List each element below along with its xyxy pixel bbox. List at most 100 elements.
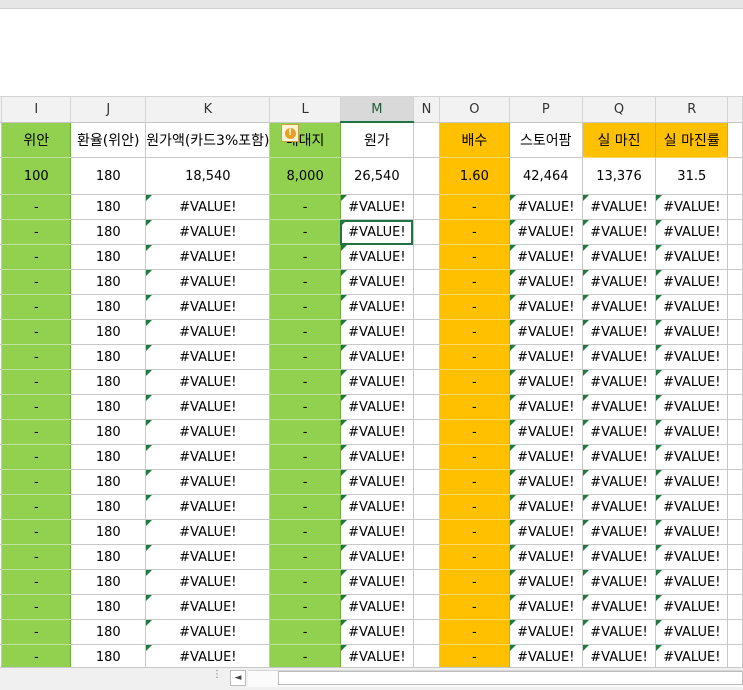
cell-J[interactable]: 180 xyxy=(70,269,147,295)
horizontal-scroll-thumb[interactable] xyxy=(278,671,743,685)
cell-N[interactable] xyxy=(413,419,441,445)
cell-M[interactable]: #VALUE! xyxy=(340,269,414,295)
cell-K[interactable]: #VALUE! xyxy=(145,444,271,470)
cell-L[interactable]: 8,000 xyxy=(269,157,341,195)
cell-I[interactable]: - xyxy=(1,544,72,570)
cell-M[interactable]: #VALUE! xyxy=(340,444,414,470)
cell-Q[interactable]: #VALUE! xyxy=(582,544,657,570)
cell-O[interactable]: - xyxy=(439,644,510,667)
cell-K[interactable]: 18,540 xyxy=(145,157,271,195)
cell-R[interactable]: #VALUE! xyxy=(655,294,729,320)
cell-Q[interactable]: #VALUE! xyxy=(582,219,657,245)
cell-M[interactable]: #VALUE! xyxy=(340,419,414,445)
cell-O[interactable]: 1.60 xyxy=(439,157,510,195)
cell-Q[interactable]: #VALUE! xyxy=(582,369,657,395)
cell-R[interactable]: #VALUE! xyxy=(655,219,729,245)
cell-O[interactable]: 배수 xyxy=(439,122,510,158)
cell-Q[interactable]: #VALUE! xyxy=(582,344,657,370)
cell-M[interactable]: 26,540 xyxy=(340,157,414,195)
cell-P[interactable]: #VALUE! xyxy=(509,269,583,295)
cell-N[interactable] xyxy=(413,369,441,395)
cell-M[interactable]: #VALUE! xyxy=(340,619,414,645)
cell-I[interactable]: - xyxy=(1,394,72,420)
cell-Q[interactable]: #VALUE! xyxy=(582,644,657,667)
cell-I[interactable]: - xyxy=(1,344,72,370)
cell-R[interactable]: #VALUE! xyxy=(655,369,729,395)
cell-I[interactable]: 100 xyxy=(1,157,72,195)
cell-O[interactable]: - xyxy=(439,419,510,445)
cell-L[interactable]: - xyxy=(269,594,341,620)
cell-M[interactable]: #VALUE! xyxy=(340,244,414,270)
cell-K[interactable]: #VALUE! xyxy=(145,619,271,645)
cell-P[interactable]: #VALUE! xyxy=(509,394,583,420)
cell-R[interactable]: #VALUE! xyxy=(655,269,729,295)
cell-O[interactable]: - xyxy=(439,519,510,545)
cell-Q[interactable]: #VALUE! xyxy=(582,494,657,520)
cell-M[interactable]: #VALUE! xyxy=(340,394,414,420)
cell-P[interactable]: #VALUE! xyxy=(509,219,583,245)
cell-Q[interactable]: #VALUE! xyxy=(582,419,657,445)
cell-R[interactable]: #VALUE! xyxy=(655,569,729,595)
cell-K[interactable]: #VALUE! xyxy=(145,269,271,295)
cell-N[interactable] xyxy=(413,244,441,270)
cell-P[interactable]: #VALUE! xyxy=(509,619,583,645)
cell-P[interactable]: #VALUE! xyxy=(509,494,583,520)
cell-Q[interactable]: #VALUE! xyxy=(582,394,657,420)
cell-O[interactable]: - xyxy=(439,344,510,370)
cell-L[interactable]: - xyxy=(269,519,341,545)
resize-grip-icon[interactable]: ⋮ xyxy=(212,670,222,685)
cell-K[interactable]: #VALUE! xyxy=(145,644,271,667)
cell-O[interactable]: - xyxy=(439,294,510,320)
cell-N[interactable] xyxy=(413,194,441,220)
cell-M[interactable]: #VALUE! xyxy=(340,369,414,395)
cell-Q[interactable]: 실 마진 xyxy=(582,122,657,158)
cell-K[interactable]: #VALUE! xyxy=(145,419,271,445)
cell-J[interactable]: 180 xyxy=(70,244,147,270)
cell-J[interactable]: 180 xyxy=(70,644,147,667)
cell-P[interactable]: #VALUE! xyxy=(509,419,583,445)
cell-N[interactable] xyxy=(413,519,441,545)
cell-M[interactable]: #VALUE! xyxy=(340,219,414,245)
cell-P[interactable]: #VALUE! xyxy=(509,644,583,667)
cell-M[interactable]: #VALUE! xyxy=(340,469,414,495)
cell-P[interactable]: #VALUE! xyxy=(509,369,583,395)
cell-M[interactable]: #VALUE! xyxy=(340,519,414,545)
cell-O[interactable]: - xyxy=(439,444,510,470)
cell-P[interactable]: #VALUE! xyxy=(509,569,583,595)
cell-L[interactable]: - xyxy=(269,544,341,570)
cell-O[interactable]: - xyxy=(439,269,510,295)
cell-M[interactable]: #VALUE! xyxy=(340,344,414,370)
cell-I[interactable]: - xyxy=(1,569,72,595)
cell-I[interactable]: - xyxy=(1,319,72,345)
cell-I[interactable]: - xyxy=(1,519,72,545)
cell-table[interactable]: IJKLMNOPQR 위안 환율(위안) 원가액(카드3%포함) 배대지 원가 배수 스토어… xyxy=(0,97,743,667)
cell-R[interactable]: #VALUE! xyxy=(655,619,729,645)
column-header-P[interactable]: P xyxy=(509,97,583,123)
cell-L[interactable]: - xyxy=(269,194,341,220)
column-header-M[interactable]: M xyxy=(340,97,414,123)
cell-J[interactable]: 180 xyxy=(70,419,147,445)
cell-O[interactable]: - xyxy=(439,469,510,495)
cell-M[interactable]: #VALUE! xyxy=(340,194,414,220)
cell-K[interactable]: #VALUE! xyxy=(145,544,271,570)
cell-O[interactable]: - xyxy=(439,569,510,595)
cell-J[interactable]: 180 xyxy=(70,594,147,620)
cell-K[interactable]: #VALUE! xyxy=(145,294,271,320)
cell-M[interactable]: #VALUE! xyxy=(340,569,414,595)
column-header-O[interactable]: O xyxy=(439,97,510,123)
cell-I[interactable]: - xyxy=(1,594,72,620)
cell-Q[interactable]: #VALUE! xyxy=(582,269,657,295)
cell-N[interactable] xyxy=(413,569,441,595)
cell-O[interactable]: - xyxy=(439,319,510,345)
cell-Q[interactable]: 13,376 xyxy=(582,157,657,195)
cell-Q[interactable]: #VALUE! xyxy=(582,319,657,345)
cell-J[interactable]: 180 xyxy=(70,619,147,645)
cell-R[interactable]: #VALUE! xyxy=(655,594,729,620)
cell-K[interactable]: #VALUE! xyxy=(145,319,271,345)
cell-O[interactable]: - xyxy=(439,394,510,420)
cell-L[interactable]: - xyxy=(269,319,341,345)
cell-N[interactable] xyxy=(413,122,441,158)
cell-I[interactable]: - xyxy=(1,444,72,470)
cell-L[interactable]: - xyxy=(269,619,341,645)
column-header-J[interactable]: J xyxy=(70,97,147,123)
